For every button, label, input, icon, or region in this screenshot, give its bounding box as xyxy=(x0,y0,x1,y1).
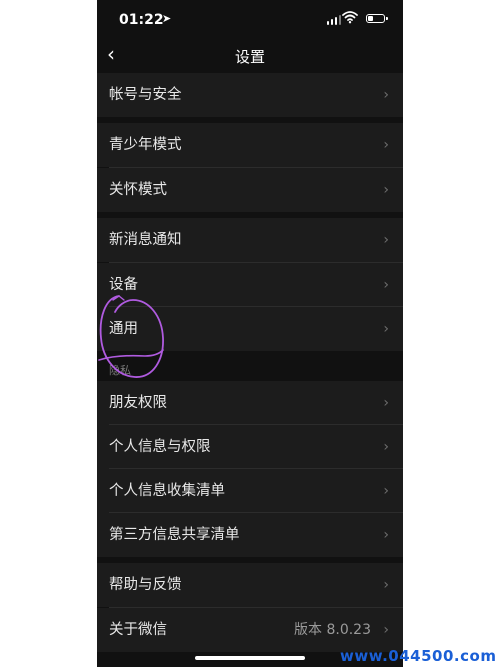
item-label: 个人信息与权限 xyxy=(109,439,211,455)
item-label: 帮助与反馈 xyxy=(109,577,182,593)
settings-item-personal-info-list[interactable]: 个人信息收集清单 › xyxy=(97,469,403,513)
hand-drawn-circle-annotation xyxy=(98,295,164,378)
chevron-right-icon: › xyxy=(383,622,389,638)
settings-item-personal-info-permissions[interactable]: 个人信息与权限 › xyxy=(97,425,403,469)
settings-item-about-wechat[interactable]: 关于微信 版本 8.0.23 › xyxy=(97,608,403,652)
chevron-right-icon: › xyxy=(383,483,389,499)
item-label: 个人信息收集清单 xyxy=(109,483,225,499)
settings-item-third-party-sharing[interactable]: 第三方信息共享清单 › xyxy=(97,513,403,557)
phone-screen: 01:22 ➤ ‹ 设置 帐号与安全 › 青少年模式 › 关怀模式 › 新消息通… xyxy=(97,0,403,667)
item-label: 关于微信 xyxy=(109,622,167,638)
item-label: 第三方信息共享清单 xyxy=(109,527,240,543)
settings-item-help-feedback[interactable]: 帮助与反馈 › xyxy=(97,563,403,607)
chevron-right-icon: › xyxy=(383,527,389,543)
version-value: 版本 8.0.23 xyxy=(294,622,371,638)
chevron-right-icon: › xyxy=(383,439,389,455)
chevron-right-icon: › xyxy=(383,577,389,593)
watermark-text: www.044500.com xyxy=(340,647,497,665)
home-indicator[interactable] xyxy=(195,656,305,660)
